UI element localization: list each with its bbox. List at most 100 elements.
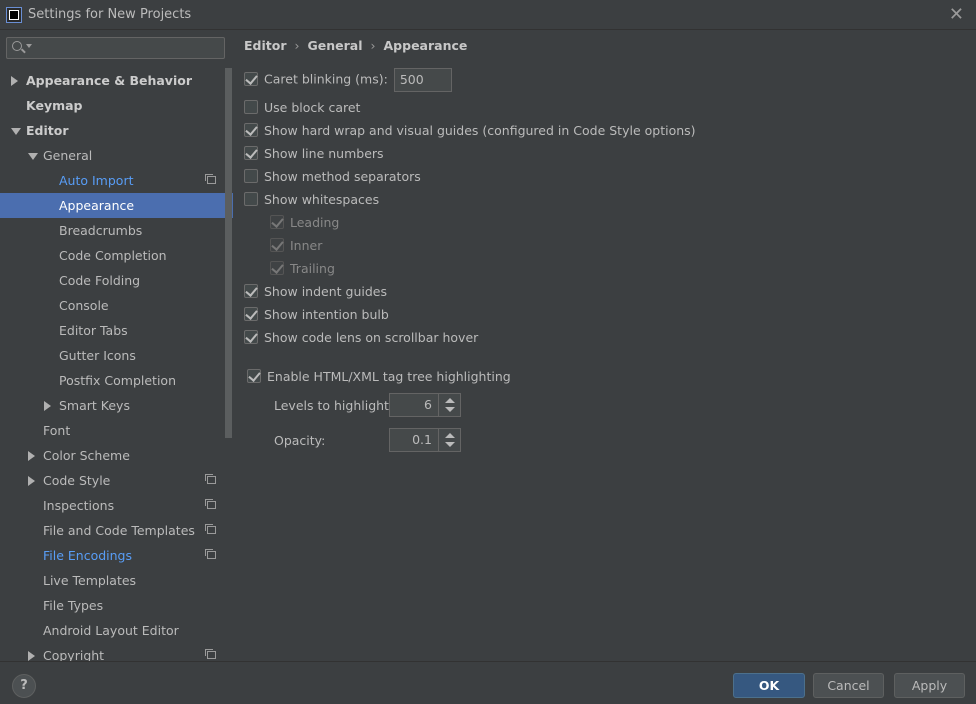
tree-item[interactable]: Appearance bbox=[0, 193, 233, 218]
spinner-up-icon[interactable] bbox=[445, 398, 455, 403]
tree-item[interactable]: Color Scheme bbox=[0, 443, 233, 468]
tree-item[interactable]: Postfix Completion bbox=[0, 368, 233, 393]
whitespaces-checkbox[interactable] bbox=[244, 192, 258, 206]
tree-item[interactable]: Auto Import bbox=[0, 168, 233, 193]
collapse-arrow-icon[interactable] bbox=[11, 128, 21, 135]
tree-item[interactable]: Copyright bbox=[0, 643, 233, 661]
line-numbers-checkbox[interactable] bbox=[244, 146, 258, 160]
tag-tree-option: Enable HTML/XML tag tree highlighting bbox=[247, 367, 511, 387]
trailing-label: Trailing bbox=[290, 261, 335, 276]
leading-option: Leading bbox=[270, 213, 339, 233]
line-numbers-option: Show line numbers bbox=[244, 144, 384, 164]
tree-item[interactable]: Editor Tabs bbox=[0, 318, 233, 343]
collapse-arrow-icon[interactable] bbox=[28, 153, 38, 160]
title-bar: Settings for New Projects ✕ bbox=[0, 0, 976, 30]
tree-item-label: Code Completion bbox=[59, 248, 167, 263]
expand-arrow-icon[interactable] bbox=[11, 76, 18, 86]
project-scope-icon bbox=[205, 499, 216, 509]
code-lens-checkbox[interactable] bbox=[244, 330, 258, 344]
tree-item[interactable]: File Types bbox=[0, 593, 233, 618]
tree-item[interactable]: Smart Keys bbox=[0, 393, 233, 418]
tree-item[interactable]: Console bbox=[0, 293, 233, 318]
tree-item[interactable]: General bbox=[0, 143, 233, 168]
project-scope-icon bbox=[205, 549, 216, 559]
tree-item[interactable]: Code Style bbox=[0, 468, 233, 493]
levels-value[interactable]: 6 bbox=[424, 397, 432, 412]
method-separators-label: Show method separators bbox=[264, 169, 421, 184]
search-box[interactable] bbox=[6, 37, 225, 59]
tree-item[interactable]: Live Templates bbox=[0, 568, 233, 593]
levels-spinner[interactable]: 6 bbox=[389, 393, 461, 417]
tree-item-label: Appearance bbox=[59, 198, 135, 213]
indent-guides-option: Show indent guides bbox=[244, 282, 387, 302]
opacity-label: Opacity: bbox=[274, 433, 326, 448]
search-icon[interactable] bbox=[12, 41, 22, 51]
intention-bulb-label: Show intention bulb bbox=[264, 307, 389, 322]
breadcrumb-separator: › bbox=[370, 38, 376, 53]
project-scope-icon bbox=[205, 524, 216, 534]
leading-checkbox[interactable] bbox=[270, 215, 284, 229]
tree-item[interactable]: Keymap bbox=[0, 93, 233, 118]
indent-guides-label: Show indent guides bbox=[264, 284, 387, 299]
search-input[interactable] bbox=[35, 40, 220, 56]
tree-item-label: Keymap bbox=[26, 98, 83, 113]
caret-blinking-checkbox[interactable] bbox=[244, 71, 258, 86]
settings-sidebar: Appearance & Behavior Keymap Editor General… bbox=[0, 31, 233, 661]
breadcrumb-appearance: Appearance bbox=[383, 38, 468, 53]
tree-item[interactable]: Appearance & Behavior bbox=[0, 68, 233, 93]
method-separators-checkbox[interactable] bbox=[244, 169, 258, 183]
caret-blinking-input[interactable]: 500 bbox=[393, 68, 452, 92]
cancel-button[interactable]: Cancel bbox=[813, 673, 884, 698]
tag-tree-checkbox[interactable] bbox=[247, 369, 261, 383]
line-numbers-label: Show line numbers bbox=[264, 146, 384, 161]
intention-bulb-checkbox[interactable] bbox=[244, 307, 258, 321]
tree-item[interactable]: Gutter Icons bbox=[0, 343, 233, 368]
settings-tree: Appearance & Behavior Keymap Editor General… bbox=[0, 68, 233, 661]
expand-arrow-icon[interactable] bbox=[28, 451, 35, 461]
hard-wrap-checkbox[interactable] bbox=[244, 123, 258, 137]
expand-arrow-icon[interactable] bbox=[44, 401, 51, 411]
tree-item[interactable]: Android Layout Editor bbox=[0, 618, 233, 643]
opacity-spinner[interactable]: 0.1 bbox=[389, 428, 461, 452]
levels-spinner-buttons[interactable] bbox=[438, 394, 460, 416]
ok-button[interactable]: OK bbox=[733, 673, 805, 698]
project-scope-icon bbox=[205, 649, 216, 659]
help-button[interactable]: ? bbox=[12, 674, 36, 698]
tree-item-label: Smart Keys bbox=[59, 398, 130, 413]
tree-item[interactable]: Code Folding bbox=[0, 268, 233, 293]
trailing-checkbox[interactable] bbox=[270, 261, 284, 275]
tree-item[interactable]: Breadcrumbs bbox=[0, 218, 233, 243]
tree-item[interactable]: File and Code Templates bbox=[0, 518, 233, 543]
tree-item-label: Code Style bbox=[43, 473, 111, 488]
tree-item[interactable]: File Encodings bbox=[0, 543, 233, 568]
expand-arrow-icon[interactable] bbox=[28, 476, 35, 486]
intellij-app-icon bbox=[6, 7, 22, 23]
tree-item-label: Auto Import bbox=[59, 173, 134, 188]
code-lens-option: Show code lens on scrollbar hover bbox=[244, 328, 478, 348]
tree-item[interactable]: Code Completion bbox=[0, 243, 233, 268]
block-caret-checkbox[interactable] bbox=[244, 100, 258, 114]
tree-item[interactable]: Inspections bbox=[0, 493, 233, 518]
search-history-caret-icon[interactable] bbox=[26, 44, 32, 48]
hard-wrap-option: Show hard wrap and visual guides (config… bbox=[244, 121, 696, 141]
tree-item[interactable]: Editor bbox=[0, 118, 233, 143]
close-icon[interactable]: ✕ bbox=[949, 4, 964, 25]
settings-panel: Editor › General › Appearance Caret blinking… bbox=[234, 31, 976, 661]
opacity-value[interactable]: 0.1 bbox=[412, 432, 432, 447]
caret-blinking-label: Caret blinking (ms): bbox=[264, 71, 388, 87]
spinner-up-icon[interactable] bbox=[445, 433, 455, 438]
spinner-down-icon[interactable] bbox=[445, 407, 455, 412]
sidebar-scrollbar[interactable] bbox=[225, 68, 232, 438]
opacity-spinner-buttons[interactable] bbox=[438, 429, 460, 451]
levels-label: Levels to highlight: bbox=[274, 398, 394, 413]
spinner-down-icon[interactable] bbox=[445, 442, 455, 447]
block-caret-option: Use block caret bbox=[244, 98, 360, 118]
intention-bulb-option: Show intention bulb bbox=[244, 305, 389, 325]
expand-arrow-icon[interactable] bbox=[28, 651, 35, 661]
tree-item-label: General bbox=[43, 148, 93, 163]
apply-button[interactable]: Apply bbox=[894, 673, 965, 698]
inner-checkbox[interactable] bbox=[270, 238, 284, 252]
indent-guides-checkbox[interactable] bbox=[244, 284, 258, 298]
tree-item[interactable]: Font bbox=[0, 418, 233, 443]
project-scope-icon bbox=[205, 474, 216, 484]
